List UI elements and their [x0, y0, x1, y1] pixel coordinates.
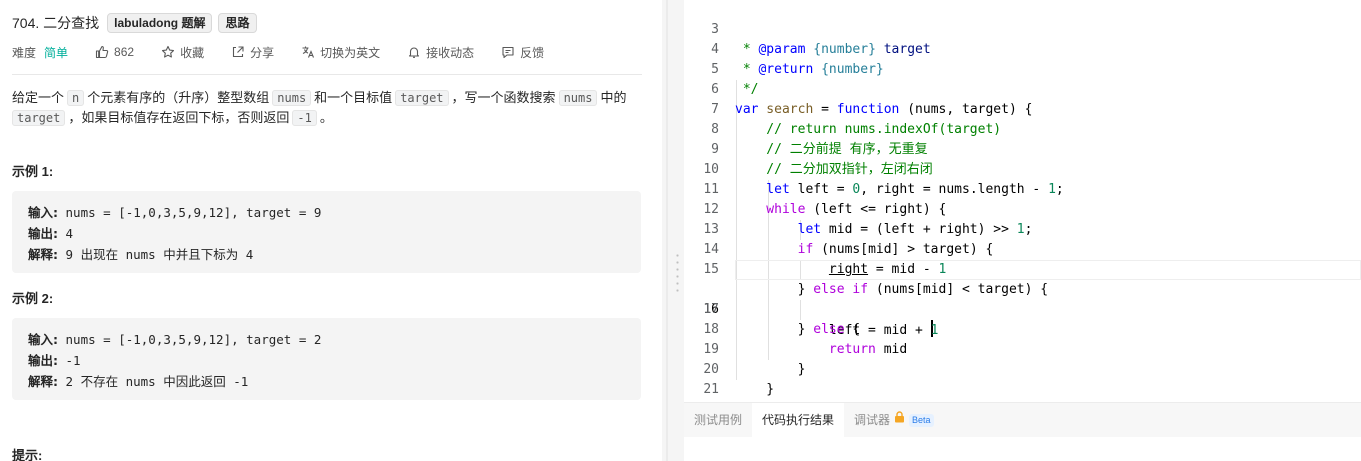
code-line: 13 if (nums[mid] > target) { [684, 200, 1361, 257]
code-line: 9 // 二分加双指针，左闭右闭 [684, 120, 1361, 177]
collect-button[interactable]: 收藏 [161, 44, 204, 61]
desc-text: 给定一个 [12, 90, 65, 105]
example-2-box: 输入: nums = [-1,0,3,5,9,12], target = 2 输… [12, 318, 641, 400]
explain-label: 解释: [28, 374, 58, 389]
code-line: 8 // 二分前提 有序，无重复 [684, 100, 1361, 157]
share-icon [231, 45, 245, 59]
desc-text: 中的 [600, 90, 627, 105]
code-line: 5 */ [684, 40, 1361, 97]
like-count: 862 [114, 45, 135, 59]
share-label: 分享 [250, 45, 275, 60]
explain-label: 解释: [28, 247, 58, 262]
feedback-icon [501, 45, 515, 59]
beta-badge: Beta [909, 413, 934, 427]
problem-title-row: 704. 二分查找 labuladong 题解 思路 [12, 13, 263, 33]
feedback-button[interactable]: 反馈 [501, 44, 544, 61]
difficulty-label: 难度 [12, 45, 37, 60]
code-line: 20 } [684, 340, 1361, 397]
output-value: -1 [58, 353, 81, 368]
input-label: 输入: [28, 205, 58, 220]
inline-code: nums [272, 90, 312, 106]
output-label: 输出: [28, 353, 58, 368]
code-line: 6 var search = function (nums, target) { [684, 60, 1361, 117]
code-line: 3 * @param {number} target [684, 0, 1361, 57]
console-panel: 测试用例 代码执行结果 调试器 Beta [684, 402, 1361, 461]
problem-title: 704. 二分查找 [12, 15, 100, 31]
problem-meta-row: 难度 简单 862 收藏 分享 切换为英文 接收动态 反馈 [12, 43, 571, 61]
difficulty: 难度 简单 [12, 44, 68, 61]
tab-debugger[interactable]: 调试器 Beta [844, 403, 944, 437]
tab-run-result[interactable]: 代码执行结果 [752, 403, 845, 437]
example-explain: 解释: 9 出现在 nums 中并且下标为 4 [28, 244, 625, 265]
panel-splitter[interactable] [662, 0, 684, 461]
drag-handle-icon[interactable] [676, 252, 679, 296]
inline-code: target [12, 110, 66, 126]
tab-test-cases[interactable]: 测试用例 [684, 403, 752, 437]
lock-icon [894, 403, 905, 437]
inline-code: n [67, 90, 85, 106]
code-line: 19 } [684, 320, 1361, 377]
translate-icon [301, 45, 315, 59]
code-line-current: 16 left = mid + 1 [684, 260, 1361, 338]
subscribe-button[interactable]: 接收动态 [407, 44, 474, 61]
desc-text: 个元素有序的（升序）整型数组 [87, 90, 270, 105]
inline-code: target [395, 90, 449, 106]
code-line: 7 // return nums.indexOf(target) [684, 80, 1361, 137]
code-line: 14 right = mid - 1 [684, 220, 1361, 277]
input-value: nums = [-1,0,3,5,9,12], target = 2 [58, 332, 322, 347]
difficulty-value: 简单 [44, 45, 69, 60]
desc-text: ，写一个函数搜索 [451, 90, 556, 105]
example-1-box: 输入: nums = [-1,0,3,5,9,12], target = 9 输… [12, 191, 641, 273]
code-line: 15 } else if (nums[mid] < target) { [684, 240, 1361, 297]
example-input: 输入: nums = [-1,0,3,5,9,12], target = 2 [28, 329, 625, 350]
subscribe-label: 接收动态 [426, 45, 475, 60]
input-value: nums = [-1,0,3,5,9,12], target = 9 [58, 205, 322, 220]
thumbs-up-icon [95, 45, 109, 59]
inline-code: -1 [292, 110, 317, 126]
code-line: 21 return -1 [684, 360, 1361, 397]
hint-title: 提示: [12, 448, 43, 461]
input-label: 输入: [28, 332, 58, 347]
switch-language-button[interactable]: 切换为英文 [301, 44, 380, 61]
desc-text: ，如果目标值存在返回下标，否则返回 [68, 110, 290, 125]
code-line: 18 return mid [684, 300, 1361, 357]
share-button[interactable]: 分享 [231, 44, 274, 61]
code-line: 17 } else { [684, 280, 1361, 337]
collect-label: 收藏 [180, 45, 205, 60]
output-label: 输出: [28, 226, 58, 241]
example-output: 输出: 4 [28, 223, 625, 244]
switch-language-label: 切换为英文 [320, 45, 381, 60]
star-icon [161, 45, 175, 59]
debugger-label: 调试器 [854, 413, 891, 427]
example-2-title: 示例 2: [12, 291, 54, 306]
like-button[interactable]: 862 [95, 45, 134, 59]
code-editor[interactable]: 3 * @param {number} target 4 * @return {… [684, 0, 1361, 402]
inline-code: nums [558, 90, 598, 106]
feedback-label: 反馈 [520, 45, 545, 60]
explain-value: 9 出现在 nums 中并且下标为 4 [58, 247, 254, 262]
divider [12, 74, 642, 75]
problem-panel: 704. 二分查找 labuladong 题解 思路 难度 简单 862 收藏 … [0, 0, 662, 461]
bell-icon [407, 45, 421, 59]
console-tabs: 测试用例 代码执行结果 调试器 Beta [684, 403, 1361, 437]
explain-value: 2 不存在 nums 中因此返回 -1 [58, 374, 249, 389]
example-input: 输入: nums = [-1,0,3,5,9,12], target = 9 [28, 202, 625, 223]
code-line: 4 * @return {number} [684, 20, 1361, 77]
example-1-title: 示例 1: [12, 164, 54, 179]
desc-text: 。 [319, 110, 333, 125]
output-value: 4 [58, 226, 74, 241]
code-line: 11 while (left <= right) { [684, 160, 1361, 217]
current-line-highlight [735, 260, 1361, 280]
code-line: 22 }; [684, 380, 1361, 400]
code-line: 12 let mid = (left + right) >> 1; [684, 180, 1361, 237]
code-line: 10 let left = 0, right = nums.length - 1… [684, 140, 1361, 197]
problem-description: 给定一个 n 个元素有序的（升序）整型数组 nums 和一个目标值 target ，写一个函… [12, 88, 642, 128]
tag-thinking[interactable]: 思路 [218, 13, 257, 33]
example-output: 输出: -1 [28, 350, 625, 371]
example-explain: 解释: 2 不存在 nums 中因此返回 -1 [28, 371, 625, 392]
tag-labuladong[interactable]: labuladong 题解 [107, 13, 213, 33]
desc-text: 和一个目标值 [314, 90, 393, 105]
splitter-bar [666, 0, 668, 461]
